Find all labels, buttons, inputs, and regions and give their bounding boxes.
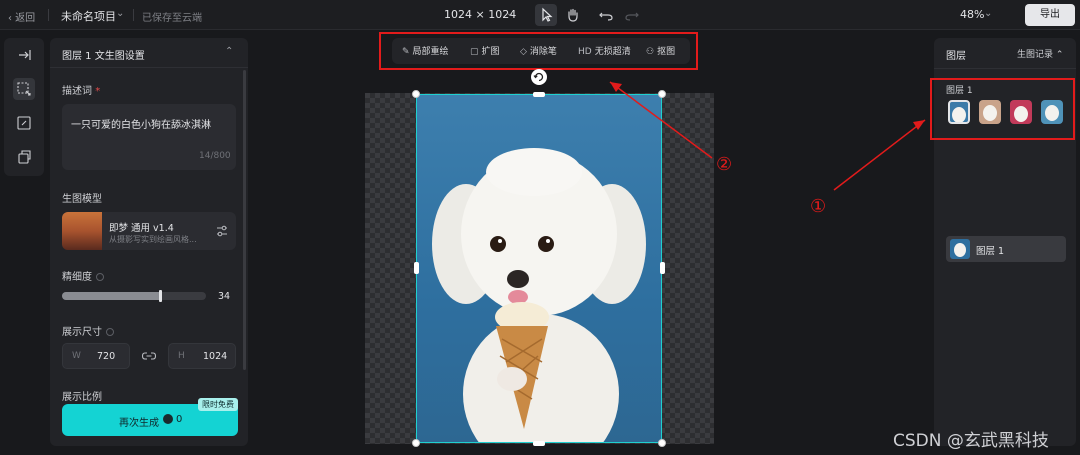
annotation-arrow-1 (833, 119, 926, 191)
generation-history-toggle[interactable]: 生图记录 ⌃ (1017, 47, 1063, 60)
layer-item[interactable]: 图层 1 (946, 236, 1066, 262)
annotation-arrows (609, 81, 926, 191)
watermark: CSDN @玄武黑科技 (893, 431, 1049, 451)
layer-label: 图层 1 (976, 246, 1005, 257)
divider (934, 68, 1076, 69)
annotation-marker-1: ① (810, 196, 827, 217)
annotation-box-history (930, 78, 1075, 140)
layers-title: 图层 (946, 51, 966, 62)
annotation-marker-2: ② (716, 154, 733, 175)
annotation-arrow-2 (609, 81, 713, 159)
layer-thumbnail (950, 239, 970, 259)
thumb-image (954, 243, 966, 257)
